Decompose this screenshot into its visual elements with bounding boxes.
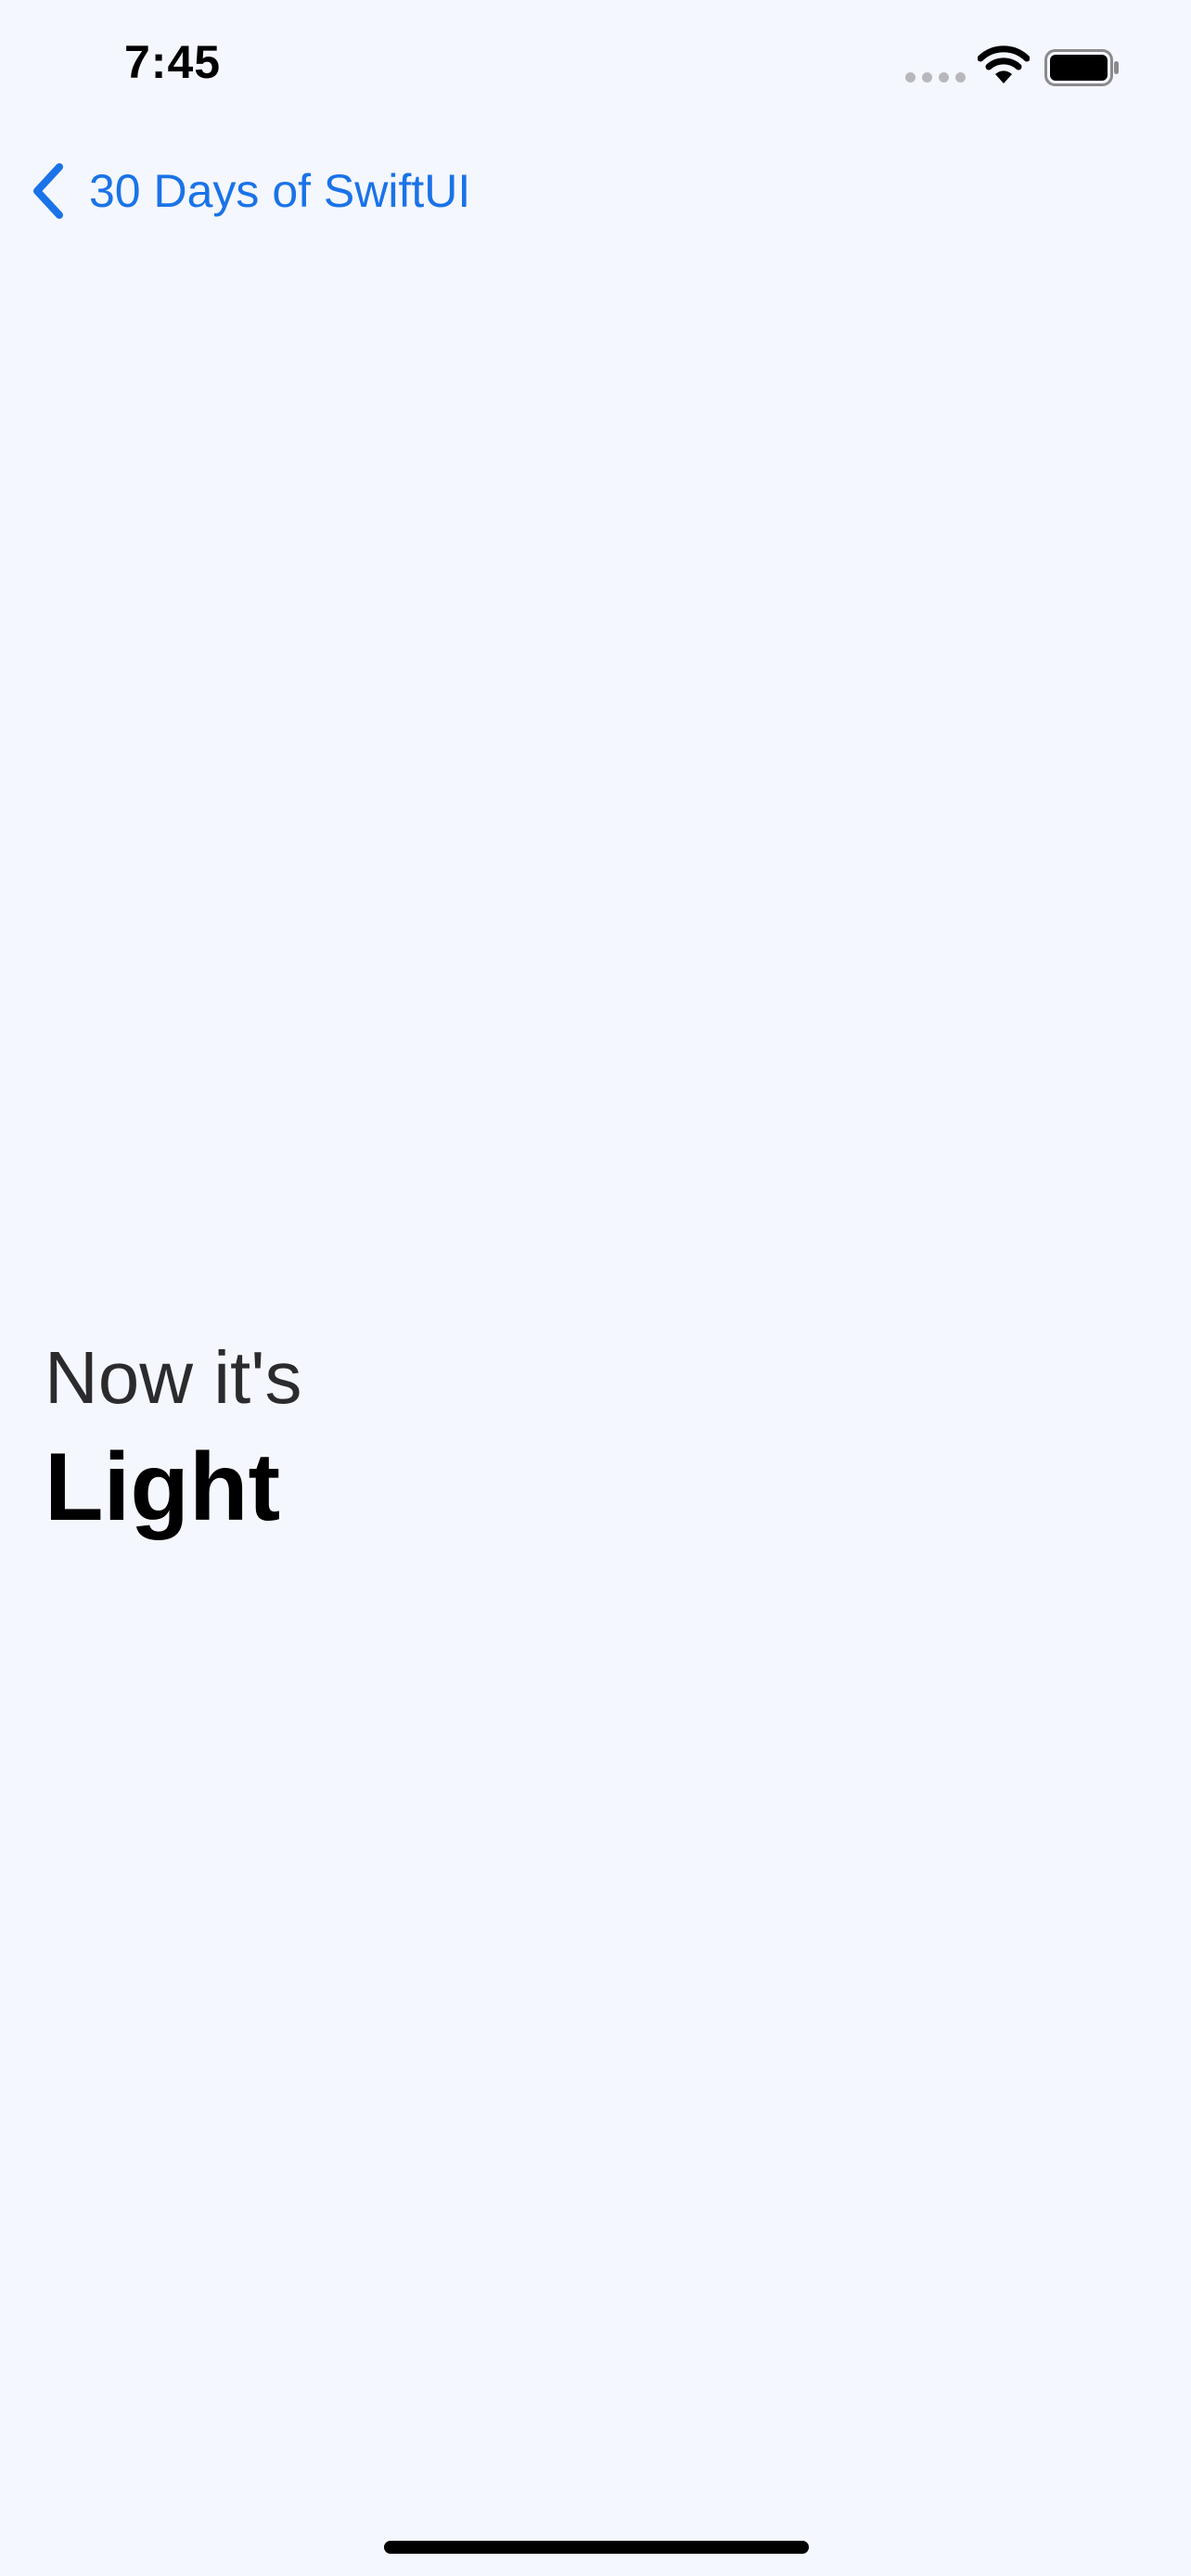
status-bar: 7:45 [0, 0, 1191, 130]
battery-icon [1044, 49, 1119, 86]
cellular-signal-icon [905, 72, 966, 83]
mode-title: Light [45, 1434, 281, 1541]
back-button[interactable]: 30 Days of SwiftUI [28, 154, 470, 228]
status-time: 7:45 [124, 36, 222, 88]
wifi-icon [978, 45, 1030, 83]
mode-subtitle: Now it's [45, 1336, 302, 1419]
chevron-left-icon [33, 163, 63, 219]
home-indicator[interactable] [384, 2541, 809, 2554]
back-button-label: 30 Days of SwiftUI [89, 165, 471, 217]
